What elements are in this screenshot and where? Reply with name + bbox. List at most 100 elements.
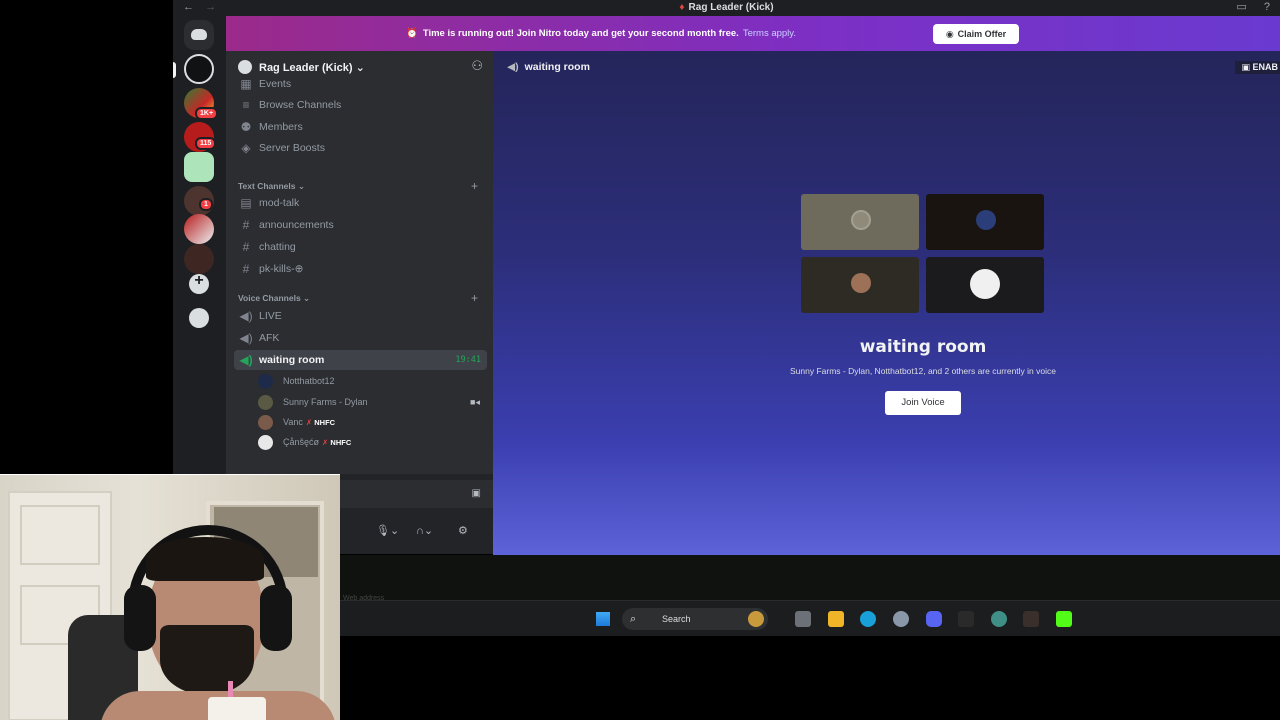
voice-channel-waiting-room[interactable]: ◀) waiting room 19:41 — [234, 350, 487, 370]
channel-mod-talk[interactable]: ▤ mod-talk — [234, 193, 487, 213]
server-icon: ♦ — [679, 2, 685, 13]
window-title: ♦ Rag Leader (Kick) — [679, 2, 774, 13]
server-name: Rag Leader (Kick) ⌄ — [259, 62, 365, 74]
discord-taskbar-icon[interactable] — [926, 611, 942, 627]
voice-channels-category[interactable]: Voice Channels ⌄ + — [238, 291, 478, 305]
settings-icon[interactable] — [893, 611, 909, 627]
participant-tile[interactable] — [926, 194, 1044, 250]
voice-channel-afk[interactable]: ◀) AFK — [234, 328, 487, 348]
sidebar-item-browse-channels[interactable]: ≡ Browse Channels — [234, 95, 487, 115]
tag-icon: ✗ — [305, 418, 313, 427]
sidebar-item-events[interactable]: ▦ Events — [234, 77, 487, 91]
hash-icon: # — [242, 218, 250, 232]
claim-offer-button[interactable]: ◉ Claim Offer — [933, 24, 1019, 44]
banner-message: ⏰ Time is running out! Join Nitro today a… — [406, 28, 796, 39]
alarm-clock-icon: ⏰ — [406, 28, 418, 39]
avatar — [258, 395, 273, 410]
windows-taskbar: ⌕ Search — [340, 600, 1280, 636]
server-emblem-icon — [238, 60, 252, 74]
task-view-icon[interactable] — [795, 611, 811, 627]
hash-icon: # — [242, 262, 250, 276]
channel-chatting[interactable]: # chatting — [234, 237, 487, 257]
headphone-cup — [260, 585, 292, 651]
participant-tile[interactable] — [926, 257, 1044, 313]
help-icon[interactable]: ? — [1264, 1, 1270, 13]
streamer-hair — [146, 537, 264, 581]
voice-user[interactable]: Notthatbot12 — [258, 372, 486, 390]
voice-status-row: ▣ — [340, 480, 493, 508]
user-tag: ✗ NHFC — [305, 418, 336, 427]
windows-start-icon[interactable] — [596, 612, 610, 626]
file-explorer-icon[interactable] — [828, 611, 844, 627]
server-icon[interactable] — [184, 152, 214, 182]
mention-badge: 1K+ — [195, 107, 219, 120]
sidebar-item-members[interactable]: ⚉ Members — [234, 117, 487, 137]
join-voice-button[interactable]: Join Voice — [885, 391, 961, 415]
add-server-icon[interactable] — [189, 272, 209, 294]
avatar — [851, 273, 871, 293]
list-icon: ≡ — [242, 98, 250, 112]
speaker-icon: ◀) — [239, 331, 253, 345]
enable-button[interactable]: ▣ ENAB — [1235, 61, 1280, 74]
hash-icon: # — [242, 240, 250, 254]
voice-user[interactable]: Çånšęćø ✗ NHFC — [258, 433, 486, 451]
discord-home-icon[interactable] — [184, 20, 214, 50]
inbox-icon[interactable]: ▭ — [1236, 1, 1246, 13]
terms-link[interactable]: Terms apply. — [743, 28, 796, 39]
title-bar: ← → ♦ Rag Leader (Kick) ▭ ? — [173, 0, 1280, 16]
channel-announcements[interactable]: # announcements — [234, 215, 487, 235]
door-panel — [20, 505, 100, 565]
headphone-cup — [124, 585, 156, 651]
server-rail: 1K+ 115 1 — [173, 16, 226, 474]
screen-share-icon[interactable]: ▣ — [472, 488, 481, 499]
camera-icon: ■◂ — [470, 397, 480, 407]
server-icon[interactable] — [184, 214, 214, 244]
microphone-icon[interactable]: 🎙︎⌄ — [376, 524, 399, 537]
add-channel-icon[interactable]: + — [471, 179, 478, 193]
channel-sidebar: Rag Leader (Kick) ⌄ ⚇ ▦ Events ≡ Browse Ch… — [226, 51, 493, 474]
add-channel-icon[interactable]: + — [471, 291, 478, 305]
members-icon: ⚉ — [240, 120, 252, 134]
avatar — [258, 374, 273, 389]
server-icon[interactable] — [184, 244, 214, 274]
edge-browser-icon[interactable] — [860, 611, 876, 627]
headphones-icon[interactable]: ∩⌄ — [416, 524, 433, 537]
speaker-icon: ◀) — [507, 61, 519, 73]
avatar — [258, 415, 273, 430]
voice-channel-live[interactable]: ◀) LIVE — [234, 306, 487, 326]
avatar — [258, 435, 273, 450]
voice-channel-view: ◀) waiting room ▣ ENAB waiting room Sunny… — [493, 51, 1280, 555]
server-icon-rag-leader[interactable] — [184, 54, 214, 84]
user-panel: ▣ 🎙︎⌄ ∩⌄ ⚙ — [340, 474, 493, 554]
search-icon: ⌕ — [630, 613, 637, 625]
mention-badge: 1 — [199, 198, 213, 211]
title-bar-actions: ▭ ? — [1222, 0, 1270, 13]
voice-timer: 19:41 — [455, 355, 481, 365]
voice-channel-title: waiting room — [859, 337, 987, 357]
voice-user[interactable]: Sunny Farms - Dylan ■◂ — [258, 393, 486, 411]
selected-server-pill — [173, 62, 176, 78]
participant-tile[interactable] — [801, 257, 919, 313]
runelite-icon[interactable] — [1023, 611, 1039, 627]
settings-gear-icon[interactable]: ⚙ — [458, 524, 468, 537]
user-tag: ✗ NHFC — [322, 438, 352, 447]
voice-participants-summary: Sunny Farms - Dylan, Notthatbot12, and 2… — [790, 366, 1056, 376]
explore-servers-icon[interactable] — [189, 308, 209, 328]
browser-icon[interactable] — [991, 611, 1007, 627]
sidebar-item-server-boosts[interactable]: ◈ Server Boosts — [234, 138, 487, 158]
search-highlight-icon — [748, 611, 764, 627]
app-icon[interactable] — [958, 611, 974, 627]
mention-badge: 115 — [195, 137, 217, 150]
speaker-icon: ◀) — [239, 309, 253, 323]
channel-pk-kills[interactable]: # pk-kills-⊕ — [234, 259, 487, 279]
calendar-icon: ▦ — [240, 77, 252, 91]
invite-people-icon[interactable]: ⚇ — [471, 58, 483, 74]
voice-user[interactable]: Vanc ✗ NHFC — [258, 413, 486, 431]
streamer-beard — [160, 625, 254, 695]
webcam-overlay — [0, 474, 340, 720]
participant-tile[interactable] — [801, 194, 919, 250]
speaker-icon: ◀) — [239, 353, 253, 367]
taskbar-search[interactable]: ⌕ Search — [622, 608, 768, 630]
text-channels-category[interactable]: Text Channels ⌄ + — [238, 179, 478, 193]
kick-icon[interactable] — [1056, 611, 1072, 627]
